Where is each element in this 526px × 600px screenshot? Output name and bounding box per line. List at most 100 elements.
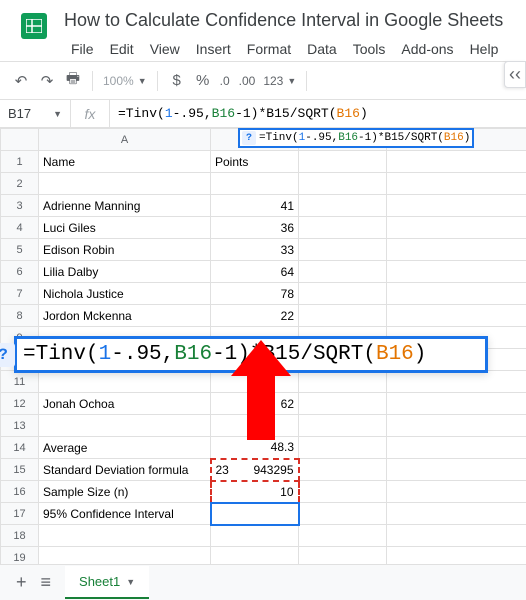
row-header[interactable]: 7 — [1, 283, 39, 305]
row-header[interactable]: 12 — [1, 393, 39, 415]
menu-edit[interactable]: Edit — [103, 37, 141, 61]
sheets-logo[interactable] — [16, 8, 52, 44]
cell[interactable] — [39, 371, 211, 393]
cell[interactable]: Adrienne Manning — [39, 195, 211, 217]
row-header[interactable]: 1 — [1, 151, 39, 173]
sheet-dropdown-icon[interactable]: ▼ — [126, 577, 135, 587]
row-header[interactable]: 14 — [1, 437, 39, 459]
cell[interactable] — [299, 525, 387, 547]
cell-b16[interactable]: 10 — [211, 481, 299, 503]
cell[interactable]: Edison Robin — [39, 239, 211, 261]
cell[interactable] — [211, 173, 299, 195]
cell[interactable] — [387, 283, 526, 305]
row-header[interactable]: 6 — [1, 261, 39, 283]
cell[interactable] — [299, 195, 387, 217]
cell[interactable] — [299, 173, 387, 195]
cell[interactable] — [387, 195, 526, 217]
cell[interactable] — [387, 305, 526, 327]
cell[interactable]: 33 — [211, 239, 299, 261]
cell[interactable] — [299, 503, 387, 525]
cell[interactable] — [299, 283, 387, 305]
undo-icon[interactable]: ↶ — [12, 72, 30, 90]
cell[interactable] — [387, 481, 526, 503]
sheet-tab-active[interactable]: Sheet1 ▼ — [65, 566, 149, 599]
cell[interactable] — [211, 525, 299, 547]
cell[interactable] — [387, 393, 526, 415]
formula-help-icon[interactable]: ? — [242, 131, 256, 145]
cell[interactable] — [387, 217, 526, 239]
menu-view[interactable]: View — [143, 37, 187, 61]
cell[interactable]: Average — [39, 437, 211, 459]
cell[interactable] — [299, 151, 387, 173]
cell[interactable] — [387, 261, 526, 283]
row-header[interactable]: 11 — [1, 371, 39, 393]
menu-data[interactable]: Data — [300, 37, 344, 61]
cell[interactable] — [39, 173, 211, 195]
cell[interactable] — [387, 459, 526, 481]
menu-tools[interactable]: Tools — [346, 37, 393, 61]
cell[interactable] — [387, 525, 526, 547]
name-box-dropdown-icon[interactable]: ▼ — [53, 109, 62, 119]
cell[interactable] — [387, 371, 526, 393]
formula-input[interactable]: =Tinv(1-.95,B16-1)*B15/SQRT(B16) — [110, 106, 526, 121]
cell[interactable] — [387, 151, 526, 173]
cell[interactable]: 64 — [211, 261, 299, 283]
currency-icon[interactable]: $ — [168, 72, 186, 89]
cell[interactable] — [299, 261, 387, 283]
inline-formula-editor[interactable]: ? =Tinv(1-.95,B16-1)*B15/SQRT(B16) — [238, 128, 474, 148]
menu-file[interactable]: File — [64, 37, 101, 61]
zoom-level[interactable]: 100% — [103, 74, 134, 88]
cell[interactable]: 22 — [211, 305, 299, 327]
row-header[interactable]: 13 — [1, 415, 39, 437]
add-sheet-icon[interactable]: + — [16, 572, 27, 593]
cell-b17-active[interactable] — [211, 503, 299, 525]
cell[interactable] — [299, 481, 387, 503]
cell[interactable] — [299, 217, 387, 239]
cell[interactable]: Luci Giles — [39, 217, 211, 239]
increase-decimal-icon[interactable]: .00 — [239, 74, 256, 88]
cell[interactable]: Points — [211, 151, 299, 173]
cell[interactable] — [299, 415, 387, 437]
cell[interactable] — [299, 459, 387, 481]
cell[interactable]: 41 — [211, 195, 299, 217]
row-header[interactable]: 16 — [1, 481, 39, 503]
menu-format[interactable]: Format — [240, 37, 298, 61]
menu-help[interactable]: Help — [463, 37, 506, 61]
cell[interactable] — [299, 393, 387, 415]
cell[interactable]: Standard Deviation formula — [39, 459, 211, 481]
cell[interactable] — [299, 305, 387, 327]
format-dropdown-icon[interactable]: ▼ — [287, 76, 296, 86]
row-header[interactable]: 15 — [1, 459, 39, 481]
cell[interactable]: Nichola Justice — [39, 283, 211, 305]
col-header-a[interactable]: A — [39, 129, 211, 151]
number-format[interactable]: 123 — [263, 74, 283, 88]
cell[interactable]: Sample Size (n) — [39, 481, 211, 503]
formula-help-icon[interactable]: ? — [0, 343, 15, 367]
cell[interactable] — [299, 239, 387, 261]
cell[interactable] — [299, 371, 387, 393]
row-header[interactable]: 5 — [1, 239, 39, 261]
cell-b15[interactable]: 23943295 — [211, 459, 299, 481]
cell[interactable]: Jordon Mckenna — [39, 305, 211, 327]
print-icon[interactable]: 🖶 — [64, 68, 82, 93]
cell[interactable]: Name — [39, 151, 211, 173]
menu-addons[interactable]: Add-ons — [394, 37, 460, 61]
row-header[interactable]: 2 — [1, 173, 39, 195]
expand-toolbar-icon[interactable]: ‹‹ — [504, 61, 526, 88]
cell[interactable] — [387, 437, 526, 459]
cell[interactable] — [387, 415, 526, 437]
cell[interactable] — [299, 437, 387, 459]
corner-cell[interactable] — [1, 129, 39, 151]
cell[interactable]: 36 — [211, 217, 299, 239]
decrease-decimal-icon[interactable]: .0 — [220, 74, 231, 88]
percent-icon[interactable]: % — [194, 72, 212, 89]
redo-icon[interactable]: ↷ — [38, 72, 56, 90]
zoom-dropdown-icon[interactable]: ▼ — [138, 76, 147, 86]
cell[interactable]: Lilia Dalby — [39, 261, 211, 283]
menu-insert[interactable]: Insert — [189, 37, 238, 61]
all-sheets-icon[interactable]: ≡ — [41, 572, 52, 593]
row-header[interactable]: 17 — [1, 503, 39, 525]
cell[interactable] — [39, 525, 211, 547]
row-header[interactable]: 3 — [1, 195, 39, 217]
row-header[interactable]: 18 — [1, 525, 39, 547]
